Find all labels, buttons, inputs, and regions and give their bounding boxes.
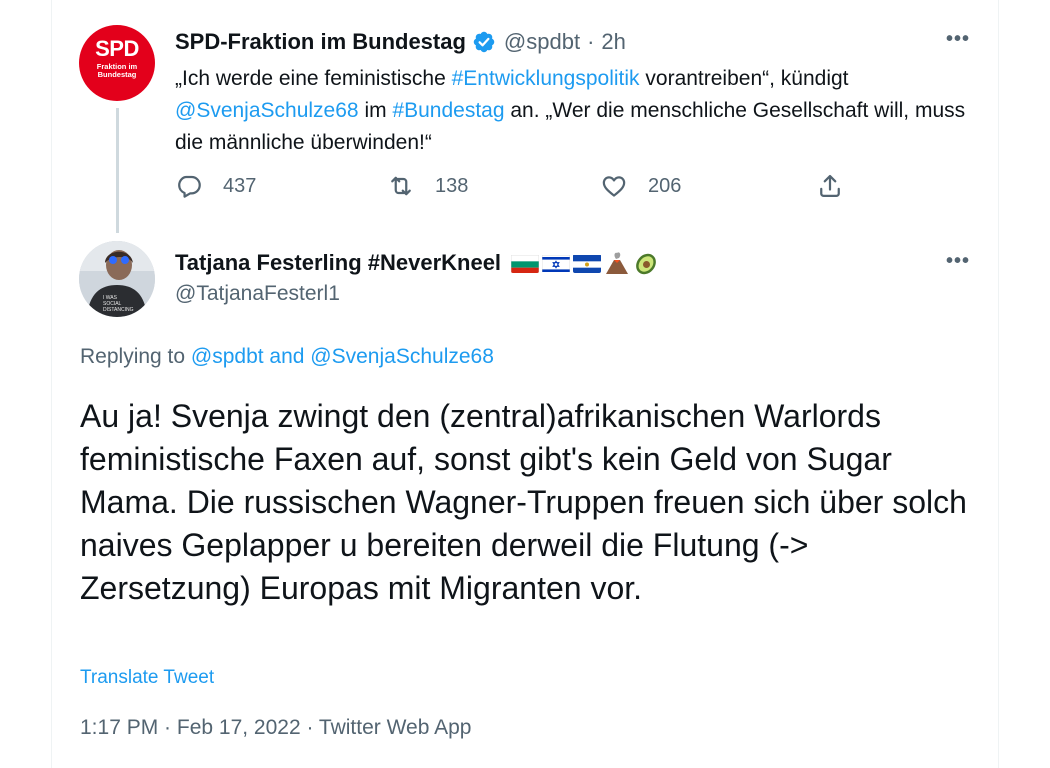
- parent-tweet-text: „Ich werde eine feministische #Entwicklu…: [175, 63, 975, 159]
- hashtag-link[interactable]: #Bundestag: [392, 99, 504, 122]
- parent-tweet-actions: 437 138 206: [175, 172, 855, 208]
- hashtag-link[interactable]: #Entwicklungspolitik: [452, 67, 640, 90]
- text-segment: im: [358, 99, 393, 122]
- timeline-border-right: [998, 0, 999, 768]
- translate-tweet-link[interactable]: Translate Tweet: [80, 667, 214, 689]
- thread-connector-line: [116, 108, 119, 233]
- parent-more-options-icon[interactable]: •••: [946, 28, 970, 51]
- retweet-icon: [391, 176, 411, 196]
- retweet-button[interactable]: 138: [387, 172, 468, 200]
- replying-to-line: Replying to @spdbt and @SvenjaSchulze68: [80, 345, 494, 369]
- reply-tweet-text: Au ja! Svenja zwingt den (zentral)afrika…: [80, 398, 967, 606]
- avocado-emoji-icon: [633, 250, 659, 276]
- reply-author-name[interactable]: Tatjana Festerling #NeverKneel: [175, 250, 501, 276]
- flag-emoji-group: [511, 250, 659, 276]
- reply-count: 437: [223, 174, 257, 197]
- share-button[interactable]: [816, 172, 844, 200]
- verified-badge-icon: [473, 31, 495, 53]
- parent-tweet-time[interactable]: 2h: [601, 29, 625, 55]
- svg-text:DISTANCING: DISTANCING: [103, 307, 134, 313]
- share-icon: [820, 174, 840, 198]
- parent-author-handle[interactable]: @spdbt: [504, 29, 580, 55]
- avatar-logo-text: SPD: [95, 36, 139, 61]
- el-salvador-flag-icon: [573, 254, 602, 273]
- reply-button[interactable]: 437: [175, 172, 256, 200]
- like-button[interactable]: 206: [600, 172, 681, 200]
- reply-author-row: Tatjana Festerling #NeverKneel: [175, 248, 659, 278]
- bulgaria-flag-icon: [511, 254, 540, 273]
- replying-to-users-link[interactable]: @spdbt and @SvenjaSchulze68: [191, 345, 494, 368]
- text-segment: „Ich werde eine feministische: [175, 67, 452, 90]
- avatar-sub-text-2: Bundestag: [97, 70, 137, 79]
- parent-author-row: SPD-Fraktion im Bundestag @spdbt · 2h: [175, 27, 626, 57]
- spd-avatar[interactable]: SPD Fraktion im Bundestag: [79, 25, 155, 101]
- reply-icon: [178, 175, 201, 198]
- timeline-border-left: [51, 0, 52, 768]
- reply-author-handle[interactable]: @TatjanaFesterl1: [175, 282, 340, 306]
- separator-dot: ·: [587, 29, 595, 54]
- like-count: 206: [648, 174, 682, 197]
- reply-more-options-icon[interactable]: •••: [946, 250, 970, 273]
- parent-author-name[interactable]: SPD-Fraktion im Bundestag: [175, 29, 466, 55]
- text-segment: vorantreiben“, kündigt: [639, 67, 849, 90]
- tatjana-avatar[interactable]: I WAS SOCIAL DISTANCING: [79, 241, 155, 317]
- tweet-timestamp-meta[interactable]: 1:17 PM · Feb 17, 2022 · Twitter Web App: [80, 716, 471, 740]
- volcano-emoji-icon: [604, 250, 630, 276]
- avatar-photo-icon: I WAS SOCIAL DISTANCING: [79, 241, 155, 317]
- mention-link[interactable]: @SvenjaSchulze68: [175, 99, 359, 122]
- israel-flag-icon: [542, 254, 571, 273]
- heart-icon: [602, 176, 626, 197]
- replying-to-label: Replying to: [80, 345, 186, 368]
- retweet-count: 138: [435, 174, 469, 197]
